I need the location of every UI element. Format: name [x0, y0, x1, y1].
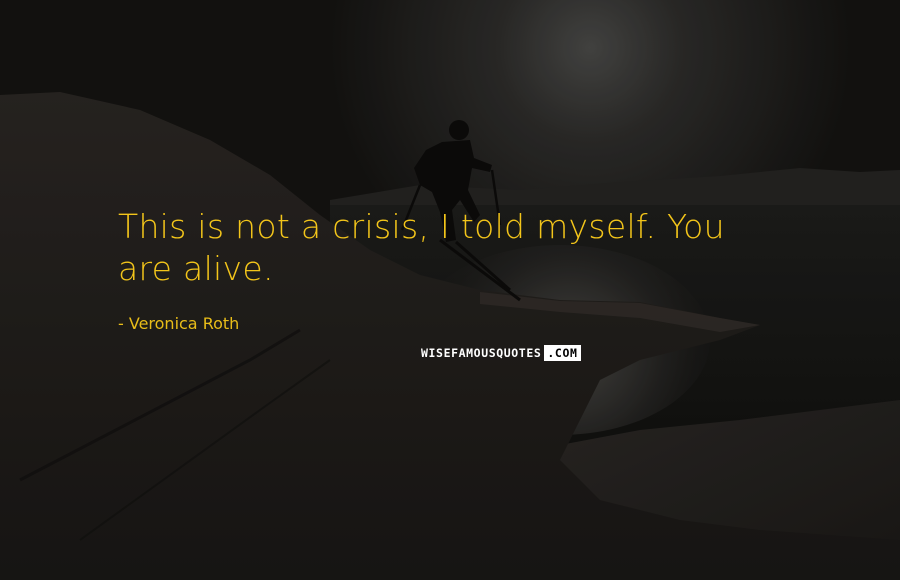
quote-card: This is not a crisis, I told myself. You… — [0, 0, 900, 580]
watermark-tld: .COM — [544, 345, 581, 361]
watermark-main: WISEFAMOUSQUOTES — [421, 346, 542, 360]
quote-author: - Veronica Roth — [118, 314, 240, 333]
background-photo — [0, 0, 900, 580]
site-watermark: WISEFAMOUSQUOTES .COM — [420, 345, 581, 361]
quote-text: This is not a crisis, I told myself. You… — [118, 207, 725, 288]
